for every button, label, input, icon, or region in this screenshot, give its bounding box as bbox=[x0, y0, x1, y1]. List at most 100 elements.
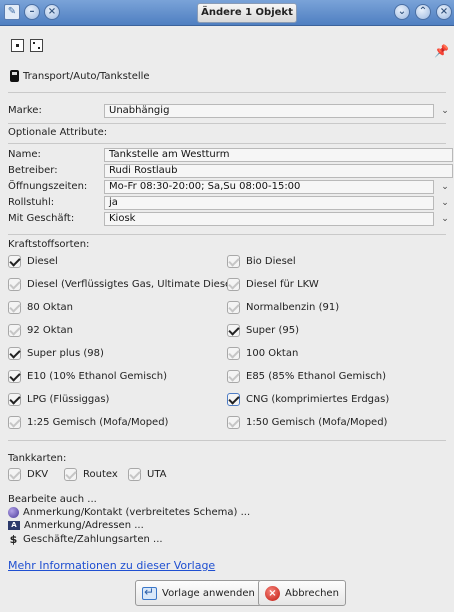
checkbox[interactable] bbox=[8, 301, 21, 314]
title-bar-right-controls: ⌄ ⌃ × bbox=[394, 4, 452, 20]
fuel-checkbox-octane-92[interactable]: 92 Oktan bbox=[8, 324, 73, 337]
fuel-checkbox-octane-80[interactable]: 80 Oktan bbox=[8, 301, 73, 314]
fuel-checkbox-lpg[interactable]: LPG (Flüssiggas) bbox=[8, 393, 109, 406]
link-payment[interactable]: $ Geschäfte/Zahlungsarten ... bbox=[8, 533, 163, 546]
fuel-checkbox-e85[interactable]: E85 (85% Ethanol Gemisch) bbox=[227, 370, 386, 383]
marke-dropdown-icon[interactable]: ⌄ bbox=[438, 104, 452, 118]
card-checkbox-uta[interactable]: UTA bbox=[128, 468, 167, 481]
checkbox-label: Normalbenzin (91) bbox=[246, 302, 340, 313]
apply-preset-label: Vorlage anwenden bbox=[162, 587, 255, 599]
fuel-checkbox-super-plus[interactable]: Super plus (98) bbox=[8, 347, 104, 360]
checkbox[interactable] bbox=[227, 370, 240, 383]
checkbox[interactable] bbox=[227, 278, 240, 291]
fuel-checkbox-hgv-diesel[interactable]: Diesel für LKW bbox=[227, 278, 319, 291]
checkbox[interactable] bbox=[227, 416, 240, 429]
link-address-label[interactable]: Anmerkung/Adressen ... bbox=[24, 520, 144, 531]
title-bar: ✎ – × Ändere 1 Objekt ⌄ ⌃ × bbox=[0, 0, 454, 26]
wheelchair-field[interactable]: ja bbox=[104, 196, 434, 210]
checkbox[interactable] bbox=[64, 468, 77, 481]
address-icon: A bbox=[8, 521, 20, 530]
minimize-icon[interactable]: – bbox=[24, 4, 40, 20]
fuel-checkbox-e10[interactable]: E10 (10% Ethanol Gemisch) bbox=[8, 370, 167, 383]
checkbox-label: DKV bbox=[27, 469, 49, 480]
operator-field[interactable]: Rudi Rostlaub bbox=[104, 164, 453, 178]
checkbox-label: CNG (komprimiertes Erdgas) bbox=[246, 394, 390, 405]
checkbox[interactable] bbox=[8, 416, 21, 429]
shop-label: Mit Geschäft: bbox=[8, 213, 75, 224]
fuel-checkbox-mix-1-50[interactable]: 1:50 Gemisch (Mofa/Moped) bbox=[227, 416, 387, 429]
apply-preset-button[interactable]: Vorlage anwenden bbox=[135, 580, 262, 606]
apply-icon bbox=[142, 585, 157, 600]
link-payment-label[interactable]: Geschäfte/Zahlungsarten ... bbox=[23, 534, 163, 545]
link-contact-label[interactable]: Anmerkung/Kontakt (verbreitetes Schema) … bbox=[23, 507, 250, 518]
fuel-types-title: Kraftstoffsorten: bbox=[8, 239, 90, 250]
link-contact[interactable]: Anmerkung/Kontakt (verbreitetes Schema) … bbox=[8, 507, 250, 518]
checkbox-label: Super (95) bbox=[246, 325, 300, 336]
marke-select[interactable]: Unabhängig bbox=[104, 104, 434, 118]
checkbox-label: E85 (85% Ethanol Gemisch) bbox=[246, 371, 387, 382]
checkbox[interactable] bbox=[8, 468, 21, 481]
cancel-button[interactable]: × Abbrechen bbox=[258, 580, 346, 606]
opening-hours-field[interactable]: Mo-Fr 08:30-20:00; Sa,Su 08:00-15:00 bbox=[104, 180, 434, 194]
title-bar-left-controls: ✎ – × bbox=[4, 4, 60, 20]
card-checkbox-routex[interactable]: Routex bbox=[64, 468, 118, 481]
checkbox[interactable] bbox=[227, 393, 240, 406]
fuel-checkbox-mix-1-25[interactable]: 1:25 Gemisch (Mofa/Moped) bbox=[8, 416, 168, 429]
checkbox-label: 100 Oktan bbox=[246, 348, 299, 359]
opening-hours-dropdown-icon[interactable]: ⌄ bbox=[438, 180, 452, 194]
window-title: Ändere 1 Objekt bbox=[197, 3, 297, 23]
fuel-checkbox-biodiesel[interactable]: Bio Diesel bbox=[227, 255, 296, 268]
checkbox[interactable] bbox=[227, 301, 240, 314]
checkbox-label: Super plus (98) bbox=[27, 348, 104, 359]
checkbox-label: LPG (Flüssiggas) bbox=[27, 394, 110, 405]
checkbox-label: Bio Diesel bbox=[246, 256, 296, 267]
checkbox[interactable] bbox=[227, 347, 240, 360]
checkbox[interactable] bbox=[8, 255, 21, 268]
fuel-checkbox-diesel-gtl[interactable]: Diesel (Verflüssigtes Gas, Ultimate Dies… bbox=[8, 278, 238, 291]
more-info-link[interactable]: Mehr Informationen zu dieser Vorlage bbox=[8, 559, 215, 572]
wheelchair-dropdown-icon[interactable]: ⌄ bbox=[438, 196, 452, 210]
cancel-icon: × bbox=[265, 585, 280, 601]
fuel-checkbox-octane-100[interactable]: 100 Oktan bbox=[227, 347, 298, 360]
checkbox-label: Diesel für LKW bbox=[246, 279, 319, 290]
fuel-checkbox-octane-95[interactable]: Super (95) bbox=[227, 324, 299, 337]
checkbox[interactable] bbox=[227, 255, 240, 268]
close-icon[interactable]: × bbox=[44, 4, 60, 20]
preset-path: Transport/Auto/Tankstelle bbox=[10, 70, 150, 82]
fuel-checkbox-octane-91[interactable]: Normalbenzin (91) bbox=[227, 301, 339, 314]
app-icon[interactable]: ✎ bbox=[4, 4, 20, 20]
fuel-checkbox-diesel[interactable]: Diesel bbox=[8, 255, 58, 268]
name-field[interactable]: Tankstelle am Westturm bbox=[104, 148, 453, 162]
fuel-checkbox-cng[interactable]: CNG (komprimiertes Erdgas) bbox=[227, 393, 389, 406]
divider bbox=[8, 234, 446, 235]
link-address[interactable]: A Anmerkung/Adressen ... bbox=[8, 520, 144, 531]
chevron-up-icon[interactable]: ⌃ bbox=[415, 4, 431, 20]
checkbox[interactable] bbox=[8, 324, 21, 337]
checkbox-label: 80 Oktan bbox=[27, 302, 73, 313]
checkbox[interactable] bbox=[8, 393, 21, 406]
chevron-down-icon[interactable]: ⌄ bbox=[394, 4, 410, 20]
card-checkbox-dkv[interactable]: DKV bbox=[8, 468, 48, 481]
checkbox-label: Diesel bbox=[27, 256, 58, 267]
checkbox-label: 1:25 Gemisch (Mofa/Moped) bbox=[27, 417, 169, 428]
divider bbox=[8, 440, 446, 441]
checkbox-label: E10 (10% Ethanol Gemisch) bbox=[27, 371, 168, 382]
shop-dropdown-icon[interactable]: ⌄ bbox=[438, 212, 452, 226]
checkbox[interactable] bbox=[227, 324, 240, 337]
checkbox-label: UTA bbox=[147, 469, 167, 480]
shop-field[interactable]: Kiosk bbox=[104, 212, 434, 226]
checkbox-label: 92 Oktan bbox=[27, 325, 73, 336]
marke-label: Marke: bbox=[8, 105, 42, 116]
checkbox[interactable] bbox=[8, 370, 21, 383]
fuel-pump-icon bbox=[10, 70, 19, 82]
divider bbox=[8, 123, 446, 124]
window-close-icon[interactable]: × bbox=[436, 4, 452, 20]
checkbox[interactable] bbox=[8, 278, 21, 291]
fuel-cards-title: Tankkarten: bbox=[8, 453, 67, 464]
checkbox[interactable] bbox=[128, 468, 141, 481]
preset-path-label: Transport/Auto/Tankstelle bbox=[23, 70, 150, 82]
divider bbox=[8, 143, 446, 144]
edit-also-title: Bearbeite auch ... bbox=[8, 494, 97, 505]
pin-icon[interactable]: 📌 bbox=[434, 44, 449, 58]
checkbox[interactable] bbox=[8, 347, 21, 360]
